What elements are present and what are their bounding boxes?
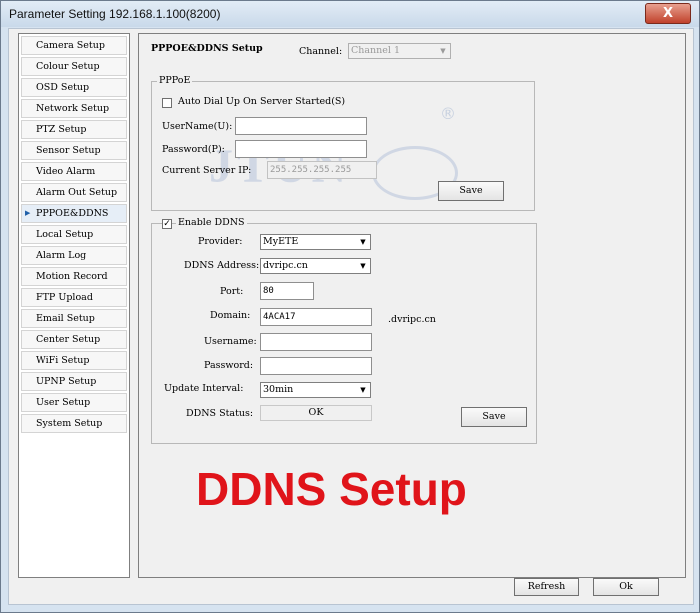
ddns-address-value: dvripc.cn [263, 260, 308, 271]
ddns-status-label: DDNS Status: [186, 408, 254, 419]
sidebar-item-upnp-setup[interactable]: UPNP Setup [21, 372, 127, 391]
sidebar-item-user-setup[interactable]: User Setup [21, 393, 127, 412]
window-title: Parameter Setting 192.168.1.100(8200) [9, 7, 221, 21]
enable-ddns-label: Enable DDNS [176, 217, 247, 228]
chevron-down-icon: ▼ [360, 386, 366, 394]
sidebar-item-alarm-log[interactable]: Alarm Log [21, 246, 127, 265]
sidebar-item-ptz-setup[interactable]: PTZ Setup [21, 120, 127, 139]
sidebar-item-osd-setup[interactable]: OSD Setup [21, 78, 127, 97]
domain-label: Domain: [210, 310, 251, 321]
parameter-setting-window: Parameter Setting 192.168.1.100(8200) X … [0, 0, 700, 613]
sidebar-item-label: User Setup [36, 397, 91, 408]
title-bar: Parameter Setting 192.168.1.100(8200) X [1, 1, 699, 27]
enable-ddns-checkbox[interactable]: ✓ [162, 219, 172, 229]
ddns-password-label: Password: [204, 360, 254, 371]
domain-field[interactable]: 4ACA17 [260, 308, 372, 326]
sidebar-item-label: Motion Record [36, 271, 108, 282]
sidebar-item-sensor-setup[interactable]: Sensor Setup [21, 141, 127, 160]
port-label: Port: [220, 286, 244, 297]
provider-select[interactable]: MyETE ▼ [260, 234, 371, 250]
pppoe-username-label: UserName(U): [162, 121, 233, 132]
provider-label: Provider: [198, 236, 243, 247]
update-interval-label: Update Interval: [164, 383, 244, 394]
sidebar-item-label: Colour Setup [36, 61, 100, 72]
ddns-address-select[interactable]: dvripc.cn ▼ [260, 258, 371, 274]
sidebar-item-label: FTP Upload [36, 292, 93, 303]
sidebar-item-label: Sensor Setup [36, 145, 101, 156]
ddns-username-label: Username: [204, 336, 257, 347]
sidebar-item-ftp-upload[interactable]: FTP Upload [21, 288, 127, 307]
client-area: Camera Setup Colour Setup OSD Setup Netw… [8, 28, 694, 605]
sidebar-item-colour-setup[interactable]: Colour Setup [21, 57, 127, 76]
selected-arrow-icon: ▶ [25, 209, 31, 217]
sidebar-item-label: OSD Setup [36, 82, 90, 93]
sidebar-item-label: PTZ Setup [36, 124, 87, 135]
chevron-down-icon: ▼ [360, 238, 366, 246]
ddns-address-label: DDNS Address: [184, 260, 260, 271]
sidebar-item-local-setup[interactable]: Local Setup [21, 225, 127, 244]
port-field[interactable]: 80 [260, 282, 314, 300]
sidebar-item-label: Email Setup [36, 313, 95, 324]
pppoe-password-label: Password(P): [162, 144, 225, 155]
server-ip-field: 255.255.255.255 [267, 161, 377, 179]
sidebar-item-label: Local Setup [36, 229, 94, 240]
sidebar-item-label: Alarm Log [36, 250, 87, 261]
ddns-group: ✓ Enable DDNS Provider: MyETE ▼ DDNS Add… [151, 217, 537, 444]
pppoe-password-field[interactable] [235, 140, 367, 158]
checkmark-icon: ✓ [163, 219, 171, 229]
ddns-username-field[interactable] [260, 333, 372, 351]
sidebar-item-label: Center Setup [36, 334, 101, 345]
sidebar-item-center-setup[interactable]: Center Setup [21, 330, 127, 349]
auto-dial-label: Auto Dial Up On Server Started(S) [178, 96, 346, 107]
sidebar-item-network-setup[interactable]: Network Setup [21, 99, 127, 118]
sidebar-item-email-setup[interactable]: Email Setup [21, 309, 127, 328]
sidebar-item-motion-record[interactable]: Motion Record [21, 267, 127, 286]
sidebar-item-label: Camera Setup [36, 40, 105, 51]
update-interval-value: 30min [263, 384, 294, 395]
chevron-down-icon: ▼ [360, 262, 366, 270]
pppoe-username-field[interactable] [235, 117, 367, 135]
sidebar-item-label: System Setup [36, 418, 103, 429]
sidebar-item-video-alarm-setup[interactable]: Video Alarm Setup [21, 162, 127, 194]
sidebar-item-label: UPNP Setup [36, 376, 97, 387]
sidebar-item-pppoe-ddns-setup[interactable]: ▶PPPOE&DDNS Setup [21, 204, 127, 236]
pppoe-group: PPPoE Auto Dial Up On Server Started(S) … [151, 75, 535, 211]
pppoe-save-button[interactable]: Save [438, 181, 504, 201]
sidebar-item-label: Alarm Out Setup [36, 187, 118, 198]
ddns-status-value: OK [260, 405, 372, 421]
close-button[interactable]: X [645, 3, 691, 24]
ddns-password-field[interactable] [260, 357, 372, 375]
update-interval-select[interactable]: 30min ▼ [260, 382, 371, 398]
provider-value: MyETE [263, 236, 299, 247]
ddns-setup-caption: DDNS Setup [196, 463, 467, 515]
sidebar-item-label: WiFi Setup [36, 355, 90, 366]
auto-dial-checkbox[interactable] [162, 98, 172, 108]
sidebar-item-wifi-setup[interactable]: WiFi Setup [21, 351, 127, 370]
channel-select[interactable]: Channel 1 ▼ [348, 43, 451, 59]
channel-value: Channel 1 [351, 45, 401, 56]
ddns-save-button[interactable]: Save [461, 407, 527, 427]
chevron-down-icon: ▼ [440, 47, 446, 55]
pppoe-legend: PPPoE [157, 75, 193, 86]
channel-label: Channel: [299, 46, 343, 57]
sidebar-item-camera-setup[interactable]: Camera Setup [21, 36, 127, 55]
sidebar-item-label: Network Setup [36, 103, 110, 114]
sidebar-item-system-setup[interactable]: System Setup [21, 414, 127, 433]
close-icon: X [662, 6, 674, 21]
refresh-button[interactable]: Refresh [514, 578, 579, 596]
domain-suffix: .dvripc.cn [388, 314, 436, 325]
page-title: PPPOE&DDNS Setup [151, 43, 263, 54]
ok-button[interactable]: Ok [593, 578, 659, 596]
server-ip-label: Current Server IP: [162, 165, 252, 176]
sidebar-item-alarm-out-setup[interactable]: Alarm Out Setup [21, 183, 127, 202]
sidebar: Camera Setup Colour Setup OSD Setup Netw… [18, 33, 130, 578]
